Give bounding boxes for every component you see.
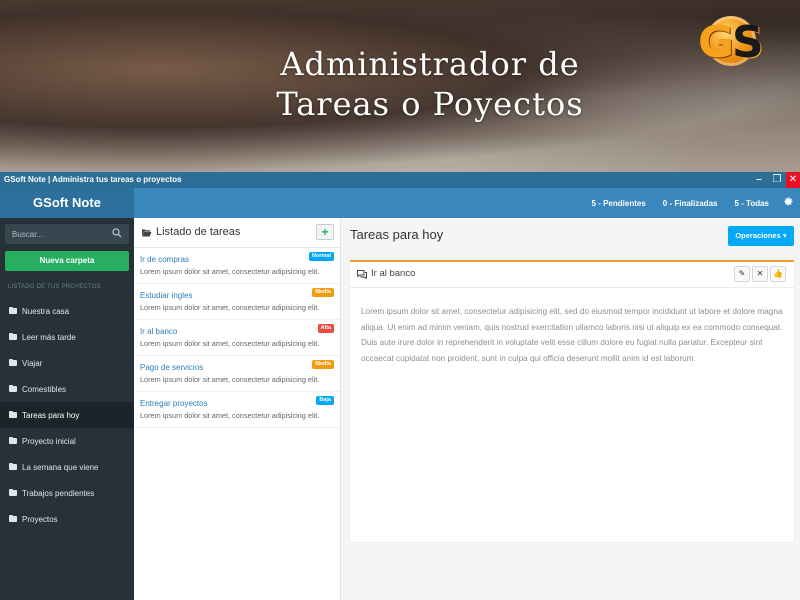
task-list-header: Listado de tareas + bbox=[134, 218, 340, 248]
delete-button[interactable]: ✕ bbox=[752, 266, 768, 282]
search-input[interactable] bbox=[5, 224, 105, 245]
edit-button[interactable]: ✎ bbox=[734, 266, 750, 282]
folder-icon bbox=[9, 306, 17, 314]
sidebar-item[interactable]: La semana que viene bbox=[0, 454, 134, 480]
window-title: GSoft Note | Administra tus tareas o pro… bbox=[4, 175, 182, 184]
comments-icon bbox=[357, 270, 367, 280]
sidebar-item[interactable]: Leer más tarde bbox=[0, 324, 134, 350]
times-icon: ✕ bbox=[756, 269, 764, 278]
hero-title: Administrador de Tareas o Poyectos bbox=[0, 44, 800, 124]
restore-button[interactable]: ❐ bbox=[768, 172, 786, 188]
folder-icon bbox=[9, 410, 17, 418]
sidebar: Nueva carpeta LISTADO DE TUS PROYECTOS N… bbox=[0, 218, 134, 600]
sidebar-item-label: Trabajos pendientes bbox=[22, 488, 95, 498]
card-actions: ✎ ✕ 👍 bbox=[732, 266, 786, 282]
page-title: Tareas para hoy bbox=[350, 227, 444, 242]
task-row[interactable]: Estudiar ingles Lorem ipsum dolor sit ame… bbox=[134, 284, 340, 320]
hero-title-line-2: Tareas o Poyectos bbox=[276, 85, 584, 123]
task-title[interactable]: Estudiar ingles bbox=[140, 291, 192, 300]
projects-heading: LISTADO DE TUS PROYECTOS bbox=[8, 284, 101, 290]
priority-badge: Media bbox=[312, 360, 334, 369]
thumbs-up-icon: 👍 bbox=[773, 269, 783, 278]
sidebar-item[interactable]: Nuestra casa bbox=[0, 298, 134, 324]
sidebar-item[interactable]: Viajar bbox=[0, 350, 134, 376]
close-button[interactable]: ✕ bbox=[786, 172, 800, 188]
pencil-icon: ✎ bbox=[738, 269, 746, 278]
top-navbar: GSoft Note 5 - Pendientes 0 - Finalizada… bbox=[0, 188, 800, 218]
task-row[interactable]: Entregar proyectos Lorem ipsum dolor sit … bbox=[134, 392, 340, 428]
folder-icon bbox=[9, 462, 17, 470]
folder-icon bbox=[9, 488, 17, 496]
task-title[interactable]: Pago de servicios bbox=[140, 363, 203, 372]
task-row[interactable]: Pago de servicios Lorem ipsum dolor sit a… bbox=[134, 356, 340, 392]
sidebar-item[interactable]: Proyecto inicial bbox=[0, 428, 134, 454]
priority-badge: Normal bbox=[309, 252, 334, 261]
folder-icon bbox=[9, 384, 17, 392]
sidebar-item[interactable]: Tareas para hoy bbox=[0, 402, 134, 428]
card-title: Ir al banco bbox=[371, 268, 416, 279]
app-brand[interactable]: GSoft Note bbox=[0, 188, 134, 218]
sidebar-item[interactable]: Trabajos pendientes bbox=[0, 480, 134, 506]
task-detail-card: Ir al banco ✎ ✕ 👍 Lorem ipsum dolor sit … bbox=[350, 260, 794, 542]
priority-badge: Alta bbox=[317, 324, 334, 333]
like-button[interactable]: 👍 bbox=[770, 266, 786, 282]
sidebar-item-label: Tareas para hoy bbox=[22, 410, 80, 420]
folder-icon bbox=[9, 436, 17, 444]
task-detail-panel: Tareas para hoy Operaciones ▾ Ir al banc… bbox=[342, 218, 800, 600]
logo-letter-g: G bbox=[698, 17, 735, 68]
minimize-button[interactable]: – bbox=[750, 172, 768, 188]
window-titlebar[interactable]: GSoft Note | Administra tus tareas o pro… bbox=[0, 172, 800, 188]
task-list-title: Listado de tareas bbox=[156, 226, 241, 238]
task-title[interactable]: Ir de compras bbox=[140, 255, 189, 264]
sidebar-item[interactable]: Comestibles bbox=[0, 376, 134, 402]
logo-letter-s: S bbox=[732, 17, 764, 68]
sidebar-item-label: Leer más tarde bbox=[22, 332, 76, 342]
task-title[interactable]: Entregar proyectos bbox=[140, 399, 208, 408]
sidebar-item-label: Proyecto inicial bbox=[22, 436, 76, 446]
task-description: Lorem ipsum dolor sit amet, consectetur … bbox=[140, 375, 320, 384]
task-row[interactable]: Ir al banco Lorem ipsum dolor sit amet, c… bbox=[134, 320, 340, 356]
task-items: Ir de compras Lorem ipsum dolor sit amet,… bbox=[134, 248, 340, 428]
task-description: Lorem ipsum dolor sit amet, consectetur … bbox=[140, 411, 320, 420]
priority-badge: Baja bbox=[316, 396, 334, 405]
sidebar-item-label: Nuestra casa bbox=[22, 306, 70, 316]
sidebar-item-label: Proyectos bbox=[22, 514, 58, 524]
folder-icon bbox=[9, 358, 17, 366]
counter-pending[interactable]: 5 - Pendientes bbox=[592, 199, 646, 208]
sidebar-item[interactable]: Proyectos bbox=[0, 506, 134, 532]
folder-open-icon bbox=[141, 229, 152, 237]
folder-icon bbox=[9, 514, 17, 522]
task-row[interactable]: Ir de compras Lorem ipsum dolor sit amet,… bbox=[134, 248, 340, 284]
window-controls: – ❐ ✕ bbox=[750, 172, 800, 188]
counter-finished[interactable]: 0 - Finalizadas bbox=[663, 199, 718, 208]
task-title[interactable]: Ir al banco bbox=[140, 327, 177, 336]
sidebar-item-label: Comestibles bbox=[22, 384, 67, 394]
app-window: GSoft Note | Administra tus tareas o pro… bbox=[0, 172, 800, 600]
task-counters: 5 - Pendientes 0 - Finalizadas 5 - Todas bbox=[575, 188, 794, 218]
hero-title-line-1: Administrador de bbox=[280, 45, 580, 83]
task-list-panel: Listado de tareas + Ir de compras Lorem i… bbox=[134, 218, 341, 600]
task-description: Lorem ipsum dolor sit amet, consectetur … bbox=[140, 267, 320, 276]
counter-all[interactable]: 5 - Todas bbox=[734, 199, 769, 208]
search-icon[interactable] bbox=[111, 227, 123, 239]
priority-badge: Media bbox=[312, 288, 334, 297]
folder-icon bbox=[9, 332, 17, 340]
gs-logo: G S bbox=[696, 12, 776, 74]
search-box bbox=[5, 224, 129, 245]
operations-dropdown-button[interactable]: Operaciones ▾ bbox=[728, 226, 794, 246]
sidebar-item-label: La semana que viene bbox=[22, 462, 99, 472]
project-list: Nuestra casa Leer más tarde Viajar Comestib… bbox=[0, 298, 134, 532]
sidebar-item-label: Viajar bbox=[22, 358, 43, 368]
card-body-text: Lorem ipsum dolor sit amet, consectetur … bbox=[361, 307, 783, 363]
add-task-button[interactable]: + bbox=[316, 224, 334, 240]
card-header: Ir al banco ✎ ✕ 👍 bbox=[350, 262, 794, 288]
task-description: Lorem ipsum dolor sit amet, consectetur … bbox=[140, 339, 320, 348]
task-description: Lorem ipsum dolor sit amet, consectetur … bbox=[140, 303, 320, 312]
cogs-icon[interactable] bbox=[783, 196, 794, 210]
new-folder-button[interactable]: Nueva carpeta bbox=[5, 251, 129, 271]
